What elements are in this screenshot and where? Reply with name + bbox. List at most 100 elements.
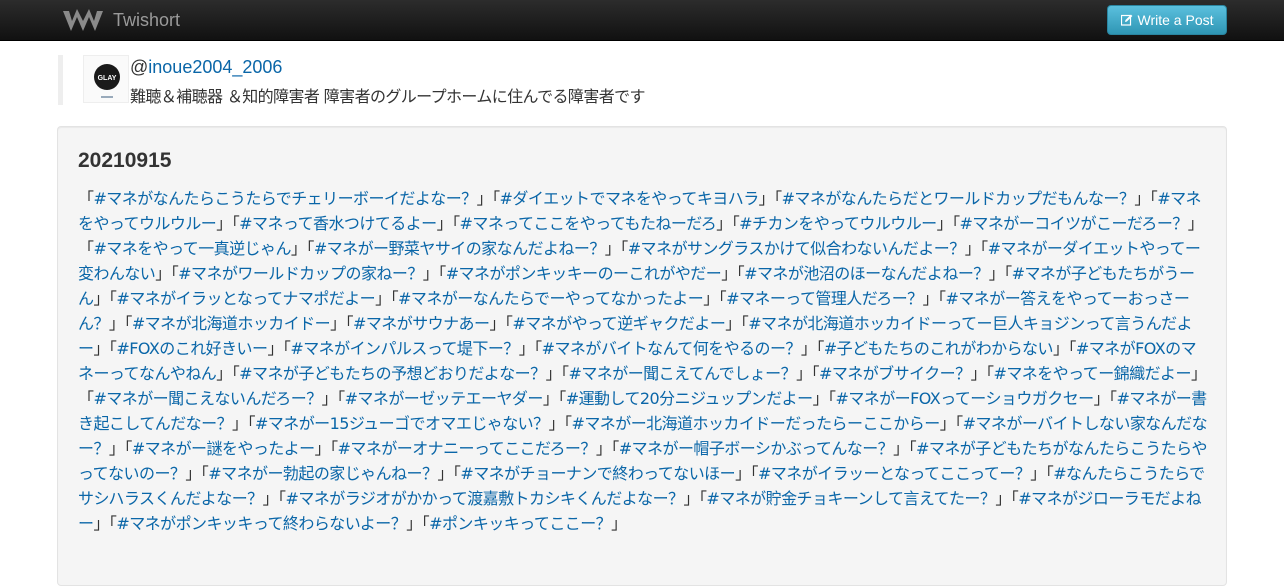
- quote-bracket: 」「: [721, 264, 745, 283]
- hashtag-link[interactable]: #マネがー15ジューゴでオマエじゃない？: [255, 414, 549, 433]
- quote-bracket: 」「: [437, 464, 461, 483]
- hashtag-link[interactable]: #マネがブサイクー？: [819, 364, 971, 383]
- hashtag-link[interactable]: #マネがラジオがかかって渡嘉敷トカシキくんだよなー？: [286, 489, 685, 508]
- hashtag-link[interactable]: #マネが貯金チョキーンして言えてたー？: [706, 489, 995, 508]
- quote-bracket: 」「: [314, 439, 338, 458]
- quote-bracket: 」「: [939, 414, 963, 433]
- profile-bio: 難聴＆補聴器 ＆知的障害者 障害者のグループホームに住んでる障害者です: [130, 87, 646, 106]
- hashtag-link[interactable]: #マネがワールドカップの家ねー？: [178, 264, 423, 283]
- hashtag-link[interactable]: #マネがーゼッテエーヤダー: [345, 389, 544, 408]
- quote-bracket: 」「: [330, 314, 353, 333]
- quote-bracket: 」「: [262, 489, 286, 508]
- hashtag-link[interactable]: #FOXのこれ好きいー: [116, 339, 268, 358]
- hashtag-link[interactable]: #マネをやって一真逆じゃん: [93, 239, 291, 258]
- quote-bracket: 」「: [683, 489, 707, 508]
- quote-bracket: 」「: [725, 314, 749, 333]
- quote-bracket: 」「: [716, 214, 740, 233]
- hashtag-link[interactable]: #マネってここをやってもたねーだろ: [460, 214, 717, 233]
- hashtag-link[interactable]: #マネがー聞こえてんでしょー？: [569, 364, 797, 383]
- hashtag-link[interactable]: #マネが子どもたちの予想どおりだよなー？: [239, 364, 546, 383]
- hashtag-link[interactable]: #マネがー北海道ホッカイドーだったらーここからー: [572, 414, 941, 433]
- hashtag-link[interactable]: #マネがー野菜ヤサイの家なんだよねー？: [314, 239, 606, 258]
- hashtag-link[interactable]: #マネがポンキッキって終わらないよー？: [116, 514, 406, 533]
- post-panel: 20210915 「#マネがなんたらこうたらでチェリーボーイだよなー？」「#ダイ…: [57, 126, 1227, 586]
- hashtag-link[interactable]: #マネがポンキッキーのーこれがやだー: [446, 264, 722, 283]
- write-post-label: Write a Post: [1137, 12, 1214, 28]
- quote-bracket: 」「: [542, 389, 566, 408]
- hashtag-link[interactable]: #マネがインパルスって堤下ー？: [290, 339, 519, 358]
- quote-bracket: 」「: [267, 339, 291, 358]
- quote-bracket: 」「: [796, 364, 819, 383]
- twishort-logo-icon: [63, 9, 103, 31]
- avatar-image: GLAY: [84, 56, 128, 102]
- hashtag-link[interactable]: #マネがー聞こえないんだろー？: [93, 389, 322, 408]
- quote-bracket: 」「: [703, 289, 727, 308]
- hashtag-link[interactable]: #マネがーなんたらでーやってなかったよー: [398, 289, 704, 308]
- quote-bracket: 」「: [988, 264, 1012, 283]
- quote-bracket: 」「: [93, 514, 117, 533]
- hashtag-link[interactable]: #マネって香水つけてるよー: [239, 214, 437, 233]
- hashtag-link[interactable]: #マネがーコイツがこーだろー？: [960, 214, 1189, 233]
- profile-handle: @inoue2004_2006: [130, 57, 282, 78]
- quote-bracket: 」「: [406, 514, 430, 533]
- quote-bracket: 」「: [185, 464, 209, 483]
- hashtag-link[interactable]: #マネがサングラスかけて似合わないんだよー？: [628, 239, 966, 258]
- hashtag-link[interactable]: #マネがイラッとなってナマポだよー: [116, 289, 375, 308]
- hashtag-link[interactable]: #運動して20分ニジュップンだよー: [566, 389, 813, 408]
- hashtag-link[interactable]: #マネがー帽子ボーシかぶってんなー？: [619, 439, 894, 458]
- hashtag-link[interactable]: #マネがなんたらこうたらでチェリーボーイだよなー？: [93, 189, 477, 208]
- hashtag-link[interactable]: #子どもたちのこれがわからない: [824, 339, 1054, 358]
- svg-text:GLAY: GLAY: [98, 75, 117, 82]
- brand-link[interactable]: Twishort: [61, 5, 180, 35]
- quote-bracket: 」: [611, 514, 627, 533]
- write-post-button[interactable]: Write a Post: [1107, 5, 1227, 35]
- quote-bracket: 」「: [93, 339, 117, 358]
- quote-bracket: 」「: [216, 214, 240, 233]
- hashtag-link[interactable]: #チカンをやってウルウルー: [739, 214, 937, 233]
- hashtag-link[interactable]: #マネがー勃起の家じゃんねー？: [208, 464, 438, 483]
- post-title: 20210915: [78, 149, 172, 172]
- quote-bracket: 」「: [108, 314, 132, 333]
- hashtag-link[interactable]: #マネがイラッーとなってここってー？: [758, 464, 1031, 483]
- quote-bracket: 」「: [422, 264, 446, 283]
- quote-bracket: 」「: [232, 414, 255, 433]
- hashtag-link[interactable]: #ポンキッキってここー？: [429, 514, 612, 533]
- hashtag-link[interactable]: #マネがーFOXってーショウガクセー: [835, 389, 1094, 408]
- avatar[interactable]: GLAY: [83, 55, 129, 103]
- hashtag-link[interactable]: #マネをやってー錦織だよー: [993, 364, 1191, 383]
- quote-bracket: 」「: [518, 339, 542, 358]
- quote-bracket: 」「: [108, 439, 132, 458]
- hashtag-link[interactable]: #マネがーオナニーってここだろー？: [338, 439, 597, 458]
- quote-bracket: 」「: [995, 489, 1019, 508]
- quote-bracket: 」「: [595, 439, 619, 458]
- hashtag-link[interactable]: #ダイエットでマネをやってキヨハラ: [500, 189, 760, 208]
- quote-bracket: 」「: [1052, 339, 1076, 358]
- username-link[interactable]: inoue2004_2006: [148, 57, 282, 77]
- hashtag-link[interactable]: #マネが池沼のほーなんだよねー？: [744, 264, 989, 283]
- hashtag-link[interactable]: #マネがバイトなんて何をやるのー？: [542, 339, 802, 358]
- quote-bracket: 」「: [548, 414, 572, 433]
- quote-bracket: 」「: [436, 214, 460, 233]
- post-body: 「#マネがなんたらこうたらでチェリーボーイだよなー？」「#ダイエットでマネをやっ…: [78, 186, 1208, 536]
- hashtag-link[interactable]: #マネがチョーナンで終わってないほー: [460, 464, 735, 483]
- hashtag-link[interactable]: #マネがサウナあー: [353, 314, 490, 333]
- navbar: Twishort Write a Post: [0, 0, 1284, 41]
- quote-bracket: 」「: [936, 214, 960, 233]
- hashtag-link[interactable]: #マネが北海道ホッカイドー: [132, 314, 331, 333]
- quote-bracket: 」「: [800, 339, 824, 358]
- quote-bracket: 」「: [321, 389, 345, 408]
- quote-bracket: 」「: [735, 464, 758, 483]
- quote-bracket: 」「: [758, 189, 782, 208]
- quote-bracket: 」「: [604, 239, 628, 258]
- hashtag-link[interactable]: #マネがー謎をやったよー: [132, 439, 315, 458]
- at-sign: @: [130, 57, 149, 77]
- quote-bracket: 」「: [964, 239, 988, 258]
- quote-bracket: 」「: [216, 364, 240, 383]
- brand-name: Twishort: [113, 9, 181, 30]
- hashtag-link[interactable]: #マネがなんたらだとワールドカップだもんなー？: [782, 189, 1135, 208]
- quote-bracket: 」「: [375, 289, 399, 308]
- quote-bracket: 」「: [476, 189, 500, 208]
- hashtag-link[interactable]: #マネがやって逆ギャクだよー: [512, 314, 725, 333]
- hashtag-link[interactable]: #マネーって管理人だろー？: [726, 289, 923, 308]
- quote-bracket: 」「: [1030, 464, 1054, 483]
